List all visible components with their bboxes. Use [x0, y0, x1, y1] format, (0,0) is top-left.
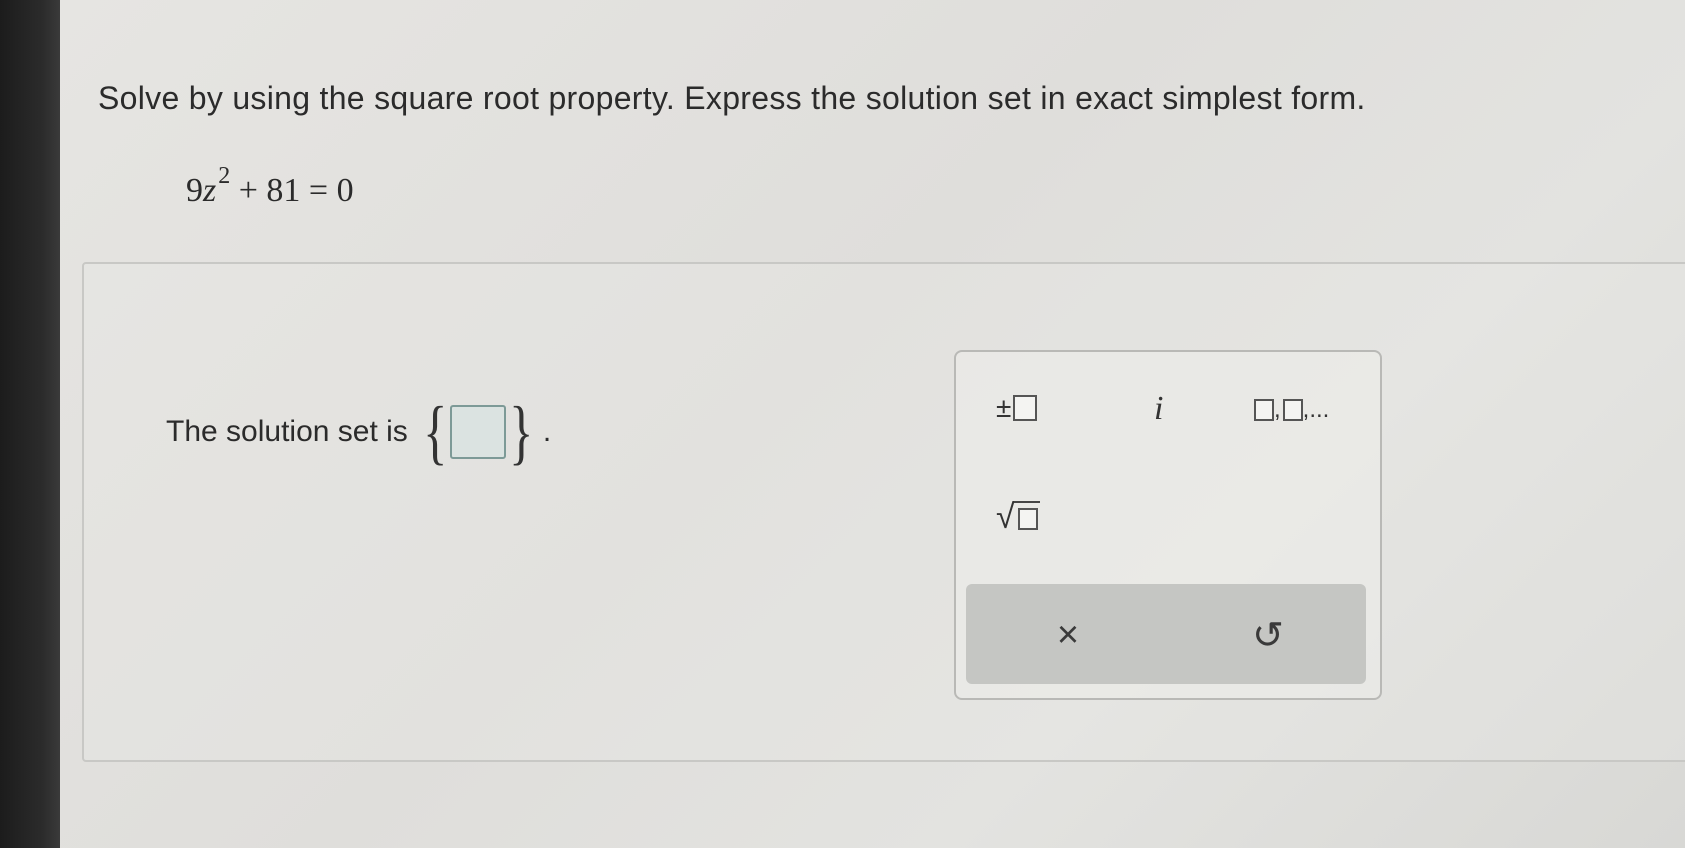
list-button[interactable]: ,,...: [1252, 396, 1329, 424]
close-brace: }: [509, 392, 534, 472]
square-root-button[interactable]: √: [996, 498, 1040, 537]
question-equation: 9z2 + 81 = 0: [186, 163, 354, 210]
imaginary-unit-icon: i: [1154, 390, 1164, 427]
equation-exponent: 2: [218, 163, 231, 189]
clear-button[interactable]: ×: [1038, 612, 1098, 658]
placeholder-box-icon: [1282, 399, 1303, 421]
list-icon: ,...: [1302, 396, 1330, 423]
open-brace: {: [422, 392, 448, 472]
undo-icon: ↺: [1252, 614, 1284, 657]
placeholder-box-icon: [1254, 399, 1274, 421]
sqrt-sign: √: [996, 498, 1015, 536]
equation-coefficient: 9: [186, 172, 203, 209]
undo-button[interactable]: ↺: [1238, 612, 1298, 658]
question-instruction: Solve by using the square root property.…: [98, 80, 1366, 116]
equation-variable: z: [203, 172, 217, 209]
list-comma: ,: [1274, 396, 1281, 423]
answer-period: .: [542, 415, 552, 448]
placeholder-box-icon: [1017, 508, 1038, 530]
square-root-icon: √: [996, 498, 1040, 537]
placeholder-box-icon: [1013, 395, 1038, 421]
plus-minus-icon: ±: [996, 392, 1012, 423]
answer-area: [82, 262, 1685, 762]
answer-input[interactable]: [450, 405, 507, 459]
action-bar: × ↺: [966, 584, 1366, 684]
screen-bezel: [0, 0, 60, 848]
clear-icon: ×: [1056, 613, 1080, 656]
equation-rest: + 81 = 0: [238, 172, 354, 209]
solution-row: The solution set is { } .: [166, 396, 551, 468]
math-palette: ± i ,,... √ × ↺: [954, 350, 1382, 700]
solution-label: The solution set is: [166, 415, 408, 448]
plus-minus-button[interactable]: ±: [996, 392, 1038, 424]
imaginary-unit-button[interactable]: i: [1154, 390, 1163, 428]
